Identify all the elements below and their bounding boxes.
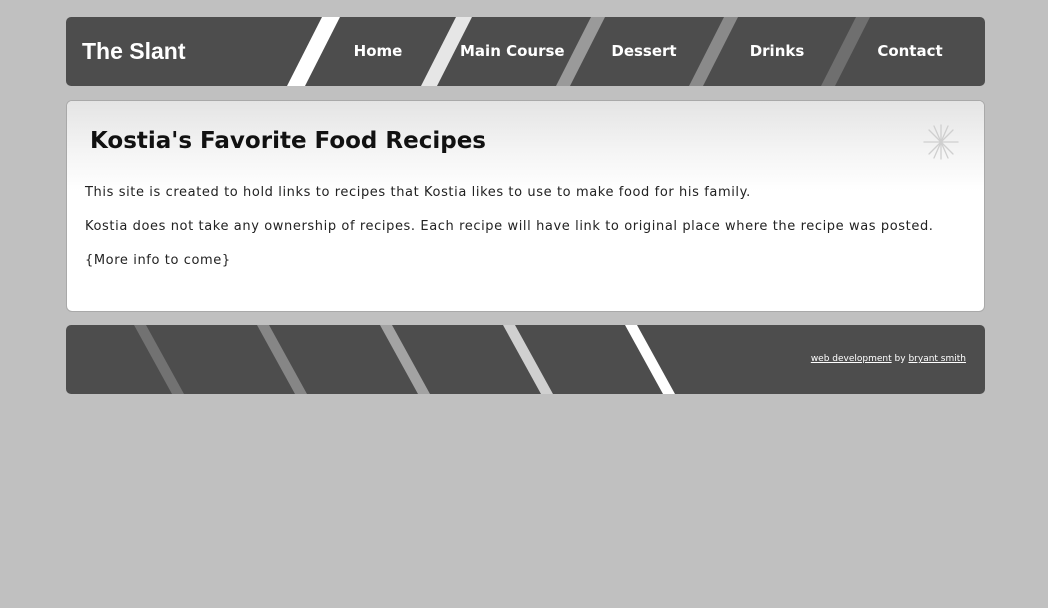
nav-contact[interactable]: Contact	[866, 17, 954, 86]
slant-stripe	[625, 325, 675, 394]
ownership-paragraph: Kostia does not take any ownership of re…	[85, 219, 934, 234]
header-bar: The Slant Home Main Course Dessert Drink…	[66, 17, 985, 86]
slant-stripe	[257, 325, 307, 394]
slant-stripe	[134, 325, 184, 394]
credit-by-text: by	[894, 354, 906, 364]
slant-stripe	[821, 17, 870, 86]
more-info-paragraph: {More info to come}	[85, 253, 231, 268]
nav-main-course[interactable]: Main Course	[460, 17, 565, 86]
footer-bar: web development by bryant smith	[66, 325, 985, 394]
slant-stripe	[287, 17, 340, 86]
nav-home[interactable]: Home	[338, 17, 418, 86]
slant-stripe	[380, 325, 430, 394]
slant-stripe	[689, 17, 738, 86]
main-content-panel: Kostia's Favorite Food Recipes This site…	[66, 100, 985, 312]
slant-stripe	[503, 325, 553, 394]
nav-drinks[interactable]: Drinks	[737, 17, 817, 86]
site-logo[interactable]: The Slant	[82, 37, 186, 65]
bryant-smith-link[interactable]: bryant smith	[908, 354, 966, 364]
intro-paragraph: This site is created to hold links to re…	[85, 185, 751, 200]
web-development-link[interactable]: web development	[811, 354, 892, 364]
asterisk-star-icon	[923, 124, 959, 160]
footer-credit: web development by bryant smith	[811, 354, 966, 364]
page-title: Kostia's Favorite Food Recipes	[90, 128, 486, 154]
nav-dessert[interactable]: Dessert	[604, 17, 684, 86]
